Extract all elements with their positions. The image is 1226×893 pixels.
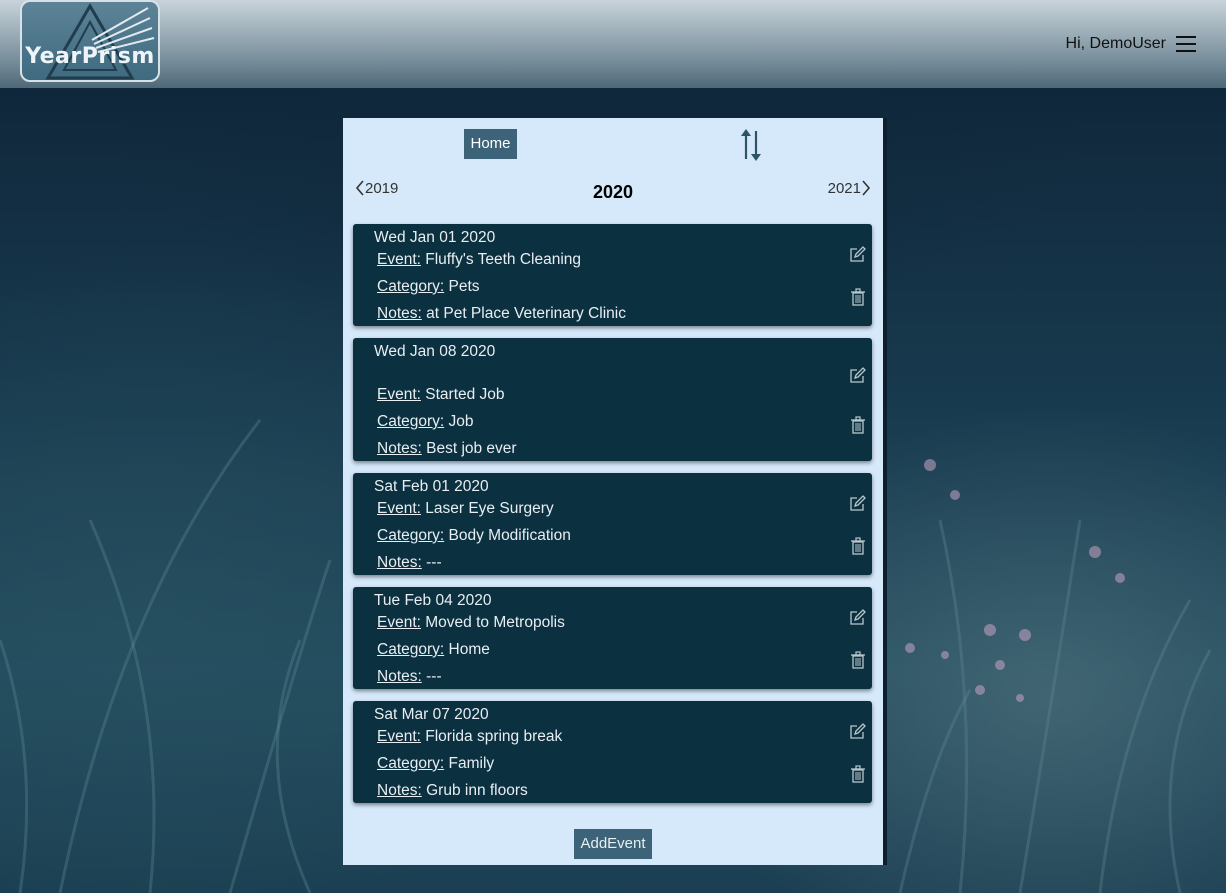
notes-label: Notes: — [377, 782, 422, 799]
event-notes: Best job ever — [426, 440, 517, 457]
event-title-line: Event: Fluffy's Teeth Cleaning — [377, 250, 581, 270]
add-event-button[interactable]: AddEvent — [574, 829, 652, 859]
event-notes: at Pet Place Veterinary Clinic — [426, 305, 626, 322]
category-label: Category: — [377, 527, 445, 544]
category-label: Category: — [377, 278, 445, 295]
event-title: Laser Eye Surgery — [425, 500, 554, 517]
event-notes-line: Notes: Best job ever — [377, 439, 517, 459]
hamburger-menu-icon[interactable] — [1176, 32, 1196, 54]
next-year-label: 2021 — [827, 180, 861, 197]
top-header: YearPrism Hi, DemoUser — [0, 0, 1226, 88]
chevron-right-icon — [862, 180, 871, 196]
edit-icon[interactable] — [848, 367, 866, 385]
event-date: Wed Jan 01 2020 — [374, 229, 496, 246]
event-card: Wed Jan 01 2020 Event: Fluffy's Teeth Cl… — [353, 224, 872, 326]
next-year-link[interactable]: 2021 — [828, 180, 871, 197]
prism-logo-icon — [45, 3, 155, 80]
event-label: Event: — [377, 614, 421, 631]
sort-icon[interactable] — [738, 127, 764, 163]
edit-icon[interactable] — [848, 723, 866, 741]
event-title-line: Event: Florida spring break — [377, 727, 562, 747]
event-title: Started Job — [425, 386, 505, 403]
event-category-line: Category: Home — [377, 640, 490, 660]
event-title-line: Event: Laser Eye Surgery — [377, 499, 554, 519]
event-notes-line: Notes: Grub inn floors — [377, 781, 528, 801]
home-button[interactable]: Home — [464, 129, 517, 159]
event-title: Florida spring break — [425, 728, 563, 745]
event-category: Pets — [448, 278, 480, 295]
event-category: Job — [448, 413, 474, 430]
category-label: Category: — [377, 413, 445, 430]
event-notes: --- — [426, 668, 442, 685]
notes-label: Notes: — [377, 668, 422, 685]
event-category-line: Category: Job — [377, 412, 474, 432]
trash-icon[interactable] — [850, 765, 866, 783]
event-label: Event: — [377, 386, 421, 403]
notes-label: Notes: — [377, 305, 422, 322]
event-card: Wed Jan 08 2020 Event: Started Job Categ… — [353, 338, 872, 461]
trash-icon[interactable] — [850, 537, 866, 555]
event-category-line: Category: Body Modification — [377, 526, 571, 546]
trash-icon[interactable] — [850, 651, 866, 669]
event-notes-line: Notes: --- — [377, 667, 442, 687]
event-card: Sat Feb 01 2020 Event: Laser Eye Surgery… — [353, 473, 872, 575]
event-category-line: Category: Family — [377, 754, 494, 774]
event-card: Sat Mar 07 2020 Event: Florida spring br… — [353, 701, 872, 803]
trash-icon[interactable] — [850, 288, 866, 306]
edit-icon[interactable] — [848, 246, 866, 264]
category-label: Category: — [377, 755, 445, 772]
notes-label: Notes: — [377, 440, 422, 457]
event-date: Sat Mar 07 2020 — [374, 706, 489, 723]
yearprism-logo[interactable]: YearPrism — [20, 0, 160, 82]
event-notes: Grub inn floors — [426, 782, 528, 799]
user-greeting: Hi, DemoUser — [1065, 35, 1166, 52]
events-panel: Home 2019 2020 2021 Wed Jan 01 2020 Even… — [343, 118, 883, 865]
event-category: Family — [448, 755, 495, 772]
notes-label: Notes: — [377, 554, 422, 571]
event-label: Event: — [377, 728, 421, 745]
event-date: Tue Feb 04 2020 — [374, 592, 492, 609]
current-year: 2020 — [592, 182, 634, 202]
event-title-line: Event: Moved to Metropolis — [377, 613, 565, 633]
event-notes-line: Notes: --- — [377, 553, 442, 573]
event-date: Sat Feb 01 2020 — [374, 478, 489, 495]
event-date: Wed Jan 08 2020 — [374, 343, 496, 360]
event-label: Event: — [377, 500, 421, 517]
event-notes: --- — [426, 554, 442, 571]
edit-icon[interactable] — [848, 609, 866, 627]
event-notes-line: Notes: at Pet Place Veterinary Clinic — [377, 304, 626, 324]
event-card: Tue Feb 04 2020 Event: Moved to Metropol… — [353, 587, 872, 689]
event-category: Body Modification — [448, 527, 571, 544]
event-title: Fluffy's Teeth Cleaning — [425, 251, 582, 268]
event-title-line: Event: Started Job — [377, 385, 505, 405]
category-label: Category: — [377, 641, 445, 658]
event-category-line: Category: Pets — [377, 277, 480, 297]
trash-icon[interactable] — [850, 416, 866, 434]
logo-text: YearPrism — [25, 44, 155, 69]
event-label: Event: — [377, 251, 421, 268]
edit-icon[interactable] — [848, 495, 866, 513]
event-category: Home — [448, 641, 490, 658]
event-title: Moved to Metropolis — [425, 614, 565, 631]
